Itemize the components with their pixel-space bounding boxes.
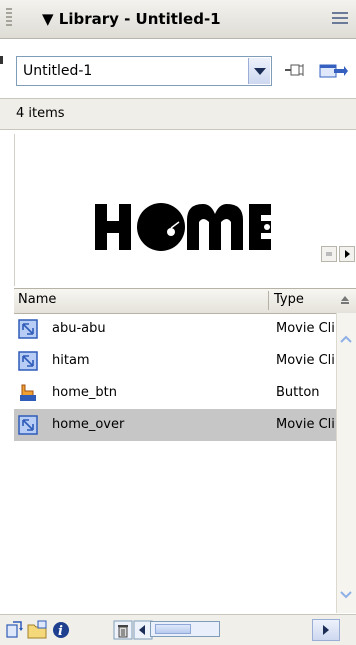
library-select[interactable]: Untitled-1	[16, 56, 272, 86]
item-type: Movie Clip	[276, 321, 336, 336]
item-count-bar: 4 items	[0, 98, 356, 130]
preview-play-button[interactable]	[339, 246, 355, 262]
horizontal-scrollbar[interactable]	[150, 621, 220, 637]
panel-options-menu-icon[interactable]	[332, 12, 348, 26]
new-library-panel-button[interactable]	[318, 60, 348, 82]
svg-text:i: i	[58, 624, 63, 639]
item-name: home_btn	[52, 385, 117, 400]
list-item[interactable]: home_btn Button	[14, 377, 336, 409]
home-graphic	[95, 203, 271, 251]
item-count: 4 items	[16, 106, 65, 121]
panel-title-bar[interactable]: ▼ Library - Untitled-1	[0, 0, 356, 39]
chevron-down-icon[interactable]	[248, 58, 270, 84]
scroll-right-button[interactable]	[312, 619, 340, 641]
library-item-list: abu-abu Movie Clip hitam Movie Clip home…	[14, 313, 336, 613]
scroll-up-icon[interactable]	[339, 333, 353, 345]
movie-clip-icon	[18, 415, 38, 435]
button-symbol-icon	[20, 384, 36, 401]
list-item-selected[interactable]: home_over Movie Clip	[14, 409, 336, 441]
item-name: abu-abu	[52, 321, 106, 336]
column-header-type[interactable]: Type	[274, 292, 304, 307]
trash-icon[interactable]	[112, 619, 134, 641]
item-type: Movie Clip	[276, 417, 336, 432]
list-item[interactable]: abu-abu Movie Clip	[14, 313, 336, 345]
vertical-scrollbar[interactable]	[336, 313, 356, 613]
scroll-down-icon[interactable]	[339, 589, 353, 601]
library-bottom-toolbar: i	[0, 614, 356, 645]
movie-clip-icon	[18, 351, 38, 371]
movie-clip-icon	[18, 319, 38, 339]
new-library-panel-icon	[319, 64, 348, 78]
item-type: Button	[276, 385, 320, 400]
symbol-preview	[14, 134, 356, 286]
new-folder-icon[interactable]	[26, 619, 48, 641]
panel-title[interactable]: ▼ Library - Untitled-1	[42, 10, 221, 28]
pin-icon	[285, 64, 304, 76]
properties-icon[interactable]: i	[50, 619, 72, 641]
pin-library-button[interactable]	[282, 60, 308, 82]
list-column-header: Name Type	[14, 288, 356, 314]
library-select-value: Untitled-1	[23, 63, 93, 79]
panel-edge-marker	[0, 56, 3, 64]
item-name: home_over	[52, 417, 125, 432]
drag-gripper-icon[interactable]	[6, 8, 12, 28]
preview-stop-button[interactable]	[321, 246, 337, 262]
item-type: Movie Clip	[276, 353, 336, 368]
item-name: hitam	[52, 353, 90, 368]
column-divider[interactable]	[268, 291, 269, 310]
sort-order-icon[interactable]	[340, 295, 350, 305]
new-symbol-icon[interactable]	[4, 619, 26, 641]
list-item[interactable]: hitam Movie Clip	[14, 345, 336, 377]
column-header-name[interactable]: Name	[18, 292, 56, 307]
scrollbar-thumb[interactable]	[155, 624, 191, 634]
